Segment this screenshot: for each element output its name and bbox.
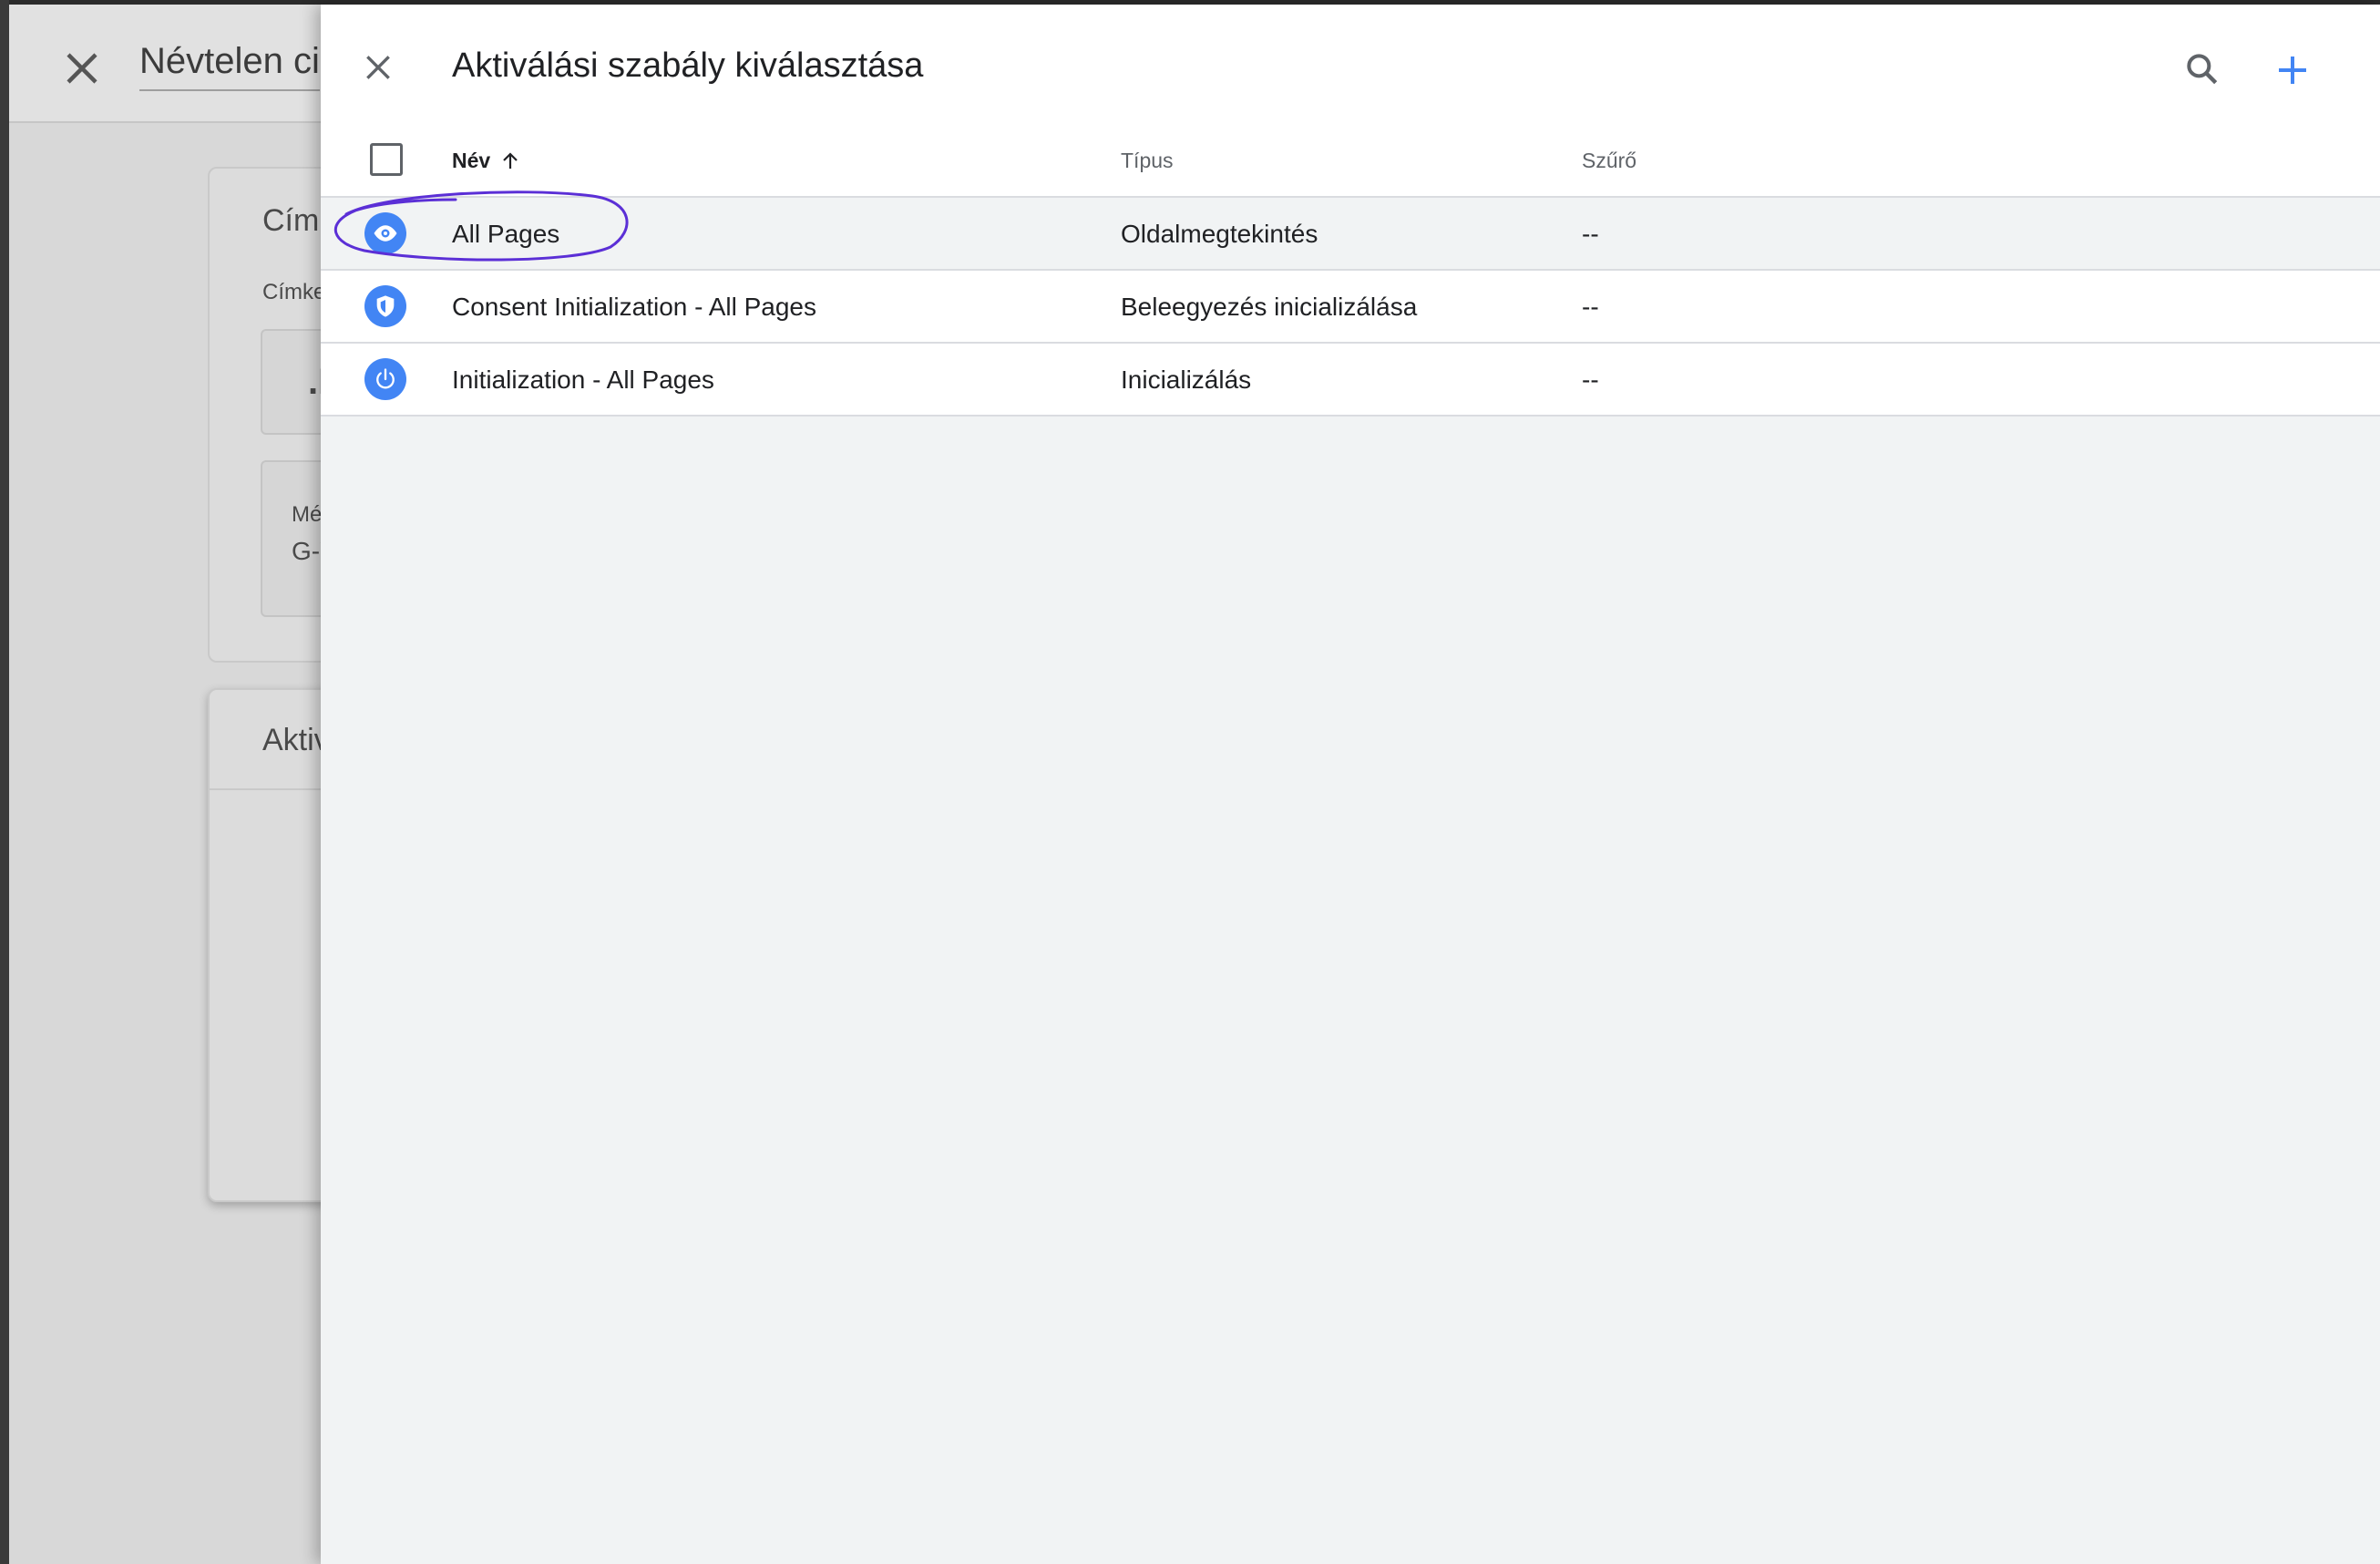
trigger-name: Consent Initialization - All Pages xyxy=(452,293,816,321)
background-tag-title[interactable]: Névtelen ci xyxy=(139,41,320,91)
trigger-type: Oldalmegtekintés xyxy=(1121,220,1318,248)
column-header-filter[interactable]: Szűrő xyxy=(1582,149,1636,173)
plus-icon xyxy=(2279,57,2306,84)
close-icon xyxy=(366,56,390,79)
trigger-filter: -- xyxy=(1582,365,1599,394)
eye-icon xyxy=(364,212,406,254)
trigger-row-consent-initialization[interactable]: Consent Initialization - All Pages Belee… xyxy=(321,271,2380,344)
search-icon xyxy=(2187,54,2218,85)
column-header-name[interactable]: Név xyxy=(452,149,521,173)
background-trigger-title: Aktiv xyxy=(262,723,330,757)
column-header-name-label: Név xyxy=(452,149,491,172)
power-icon xyxy=(364,358,406,400)
table-header: Név Típus Szűrő xyxy=(321,123,2380,198)
trigger-name: Initialization - All Pages xyxy=(452,365,714,394)
screen: Névtelen ci Címk Címket .I Mér G-Y Aktiv… xyxy=(0,0,2380,1564)
select-all-checkbox[interactable] xyxy=(370,143,403,176)
trigger-filter: -- xyxy=(1582,293,1599,321)
trigger-selection-panel: Aktiválási szabály kiválasztása Név Típu… xyxy=(321,5,2380,1564)
sort-arrow-up-icon xyxy=(503,151,518,169)
close-button[interactable] xyxy=(348,37,408,98)
background-close-icon[interactable] xyxy=(55,41,109,96)
search-button[interactable] xyxy=(2170,37,2234,101)
trigger-row-initialization[interactable]: Initialization - All Pages Inicializálás… xyxy=(321,344,2380,417)
shield-icon xyxy=(364,285,406,327)
panel-header: Aktiválási szabály kiválasztása xyxy=(321,5,2380,123)
panel-title: Aktiválási szabály kiválasztása xyxy=(452,46,924,85)
trigger-row-all-pages[interactable]: All Pages Oldalmegtekintés -- xyxy=(321,198,2380,271)
trigger-filter: -- xyxy=(1582,220,1599,248)
trigger-type: Beleegyezés inicializálása xyxy=(1121,293,1418,321)
left-strip xyxy=(0,0,9,1564)
column-header-type[interactable]: Típus xyxy=(1121,149,1174,173)
add-trigger-button[interactable] xyxy=(2256,34,2329,107)
trigger-type: Inicializálás xyxy=(1121,365,1252,394)
trigger-name: All Pages xyxy=(452,220,560,248)
